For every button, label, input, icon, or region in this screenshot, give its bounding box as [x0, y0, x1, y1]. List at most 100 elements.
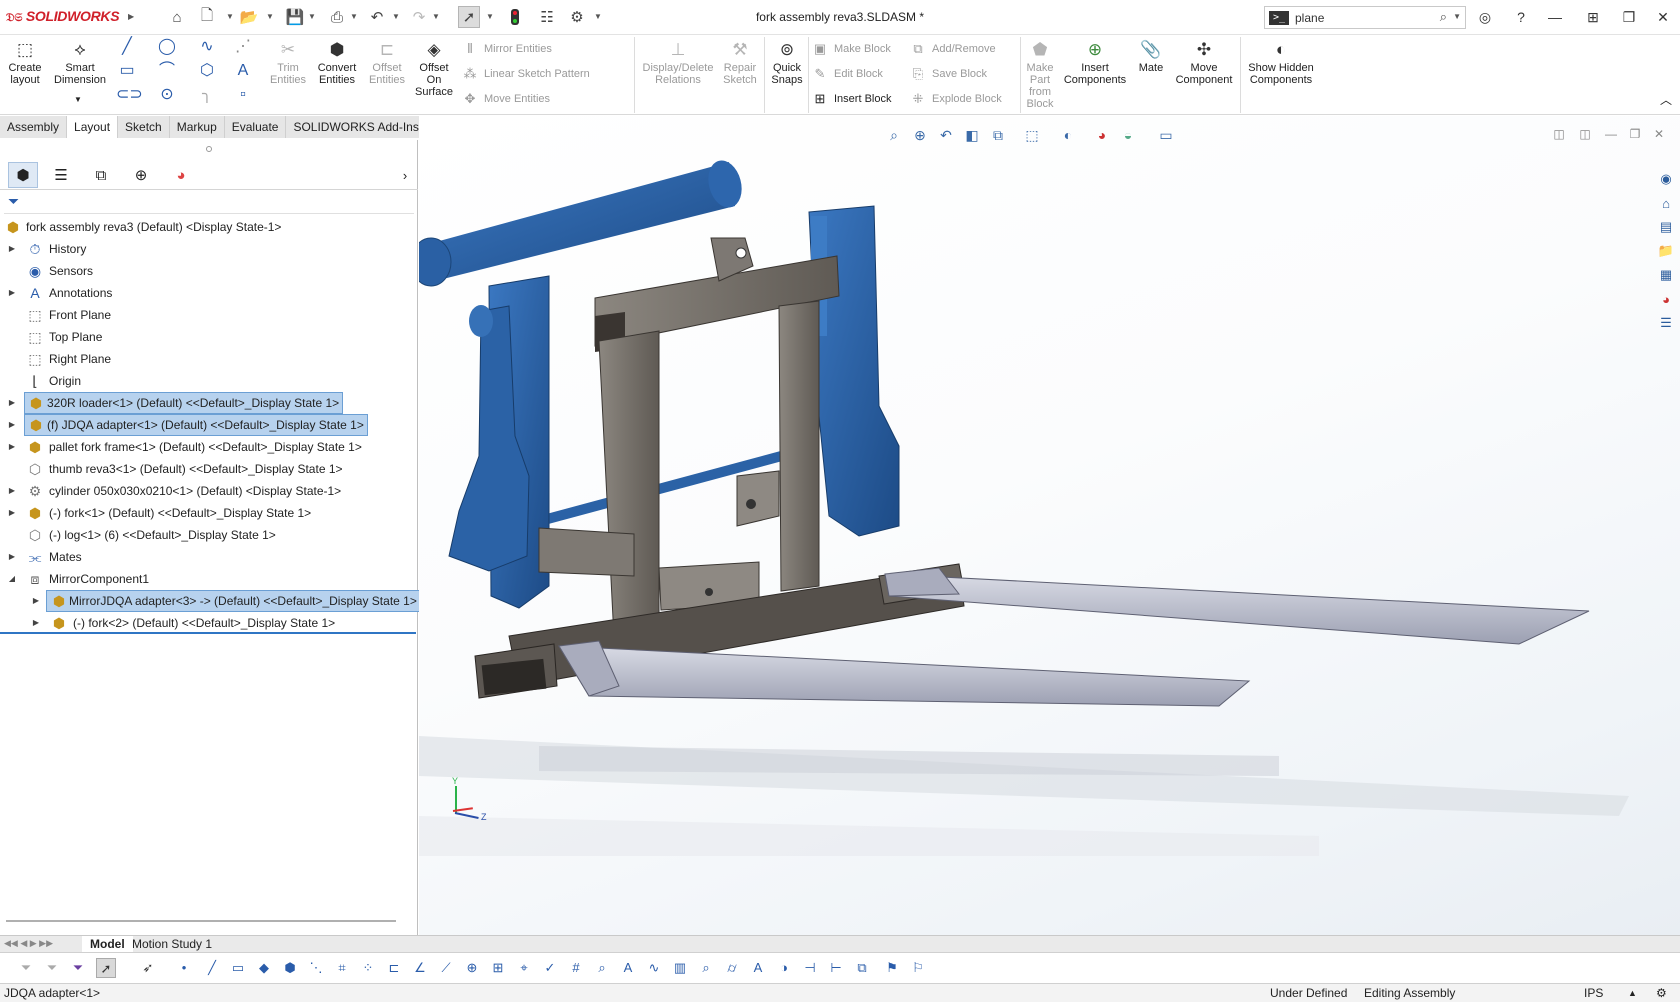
fork-left[interactable] — [558, 640, 1251, 707]
collapse-ribbon-icon[interactable]: ︿ — [1660, 91, 1672, 108]
search-input[interactable] — [1295, 10, 1435, 25]
tree-item-pallet-fork-frame[interactable]: ▶ ⬢ pallet fork frame<1> (Default) <<Defau… — [0, 436, 418, 458]
convert-entities-button[interactable]: ⬢ Convert Entities — [314, 40, 360, 86]
add-remove-button[interactable]: ⧉ Add/Remove — [910, 40, 995, 58]
tile-window-icon[interactable]: ⊞ — [1578, 6, 1608, 28]
smart-dimension-button[interactable]: ⟡ Smart Dimension — [52, 40, 108, 86]
filter-toolbar-icon[interactable]: ⏷ — [68, 958, 88, 978]
tree-item-annotations[interactable]: ▶ A Annotations — [0, 282, 418, 304]
point-icon[interactable]: ⁘ — [358, 958, 378, 978]
save-block-button[interactable]: ⎘ Save Block — [910, 65, 987, 83]
tree-item-top-plane[interactable]: ⬚ Top Plane — [0, 326, 418, 348]
tree-item-fork-2[interactable]: ▶ ⬢ (-) fork<2> (Default) <<Default>_Displ… — [0, 612, 418, 634]
chevron-down-icon[interactable]: ▼ — [486, 12, 494, 21]
rollback-bar[interactable] — [0, 632, 416, 634]
user-account-icon[interactable]: ◎ — [1470, 6, 1500, 28]
show-hidden-components-button[interactable]: ◐ Show Hidden Components — [1244, 40, 1318, 86]
expand-arrow-icon[interactable]: ▶ — [6, 502, 18, 524]
chevron-down-icon[interactable]: ▼ — [392, 12, 400, 21]
annotation-icon[interactable]: A — [748, 958, 768, 978]
slot-icon[interactable]: ⊂⊃ — [116, 85, 143, 105]
target-icon[interactable]: ⊕ — [462, 958, 482, 978]
select-cursor-icon[interactable]: ➚ — [458, 6, 480, 28]
chevron-down-icon[interactable]: ▼ — [594, 12, 602, 21]
create-layout-button[interactable]: ⬚ Create layout — [4, 40, 46, 86]
chevron-down-icon[interactable]: ▼ — [350, 12, 358, 21]
move-entities-button[interactable]: ✥ Move Entities — [462, 90, 550, 108]
face-icon[interactable]: ⬢ — [280, 958, 300, 978]
text-icon[interactable]: A — [618, 958, 638, 978]
quick-snaps-button[interactable]: ⊚ Quick Snaps — [768, 40, 806, 86]
expand-arrow-icon[interactable]: ▶ — [30, 612, 42, 634]
feature-manager-tab-icon[interactable]: ⬢ — [8, 162, 38, 188]
fork-assembly-model[interactable] — [419, 116, 1680, 935]
tab-layout[interactable]: Layout — [67, 116, 119, 138]
save-icon[interactable]: 💾 — [284, 6, 306, 28]
tree-item-jdqa-adapter[interactable]: ▶ (f) JDQA adapter<1> (Default) <<Default… — [0, 414, 418, 436]
trim-entities-button[interactable]: ✂ Trim Entities — [264, 40, 312, 86]
expand-arrow-icon[interactable]: ▶ — [6, 392, 18, 414]
filter-icon[interactable]: ⏷ — [42, 958, 62, 978]
circle-icon[interactable]: ◯ — [156, 37, 178, 57]
grid-icon[interactable]: ⊞ — [488, 958, 508, 978]
horizontal-scrollbar[interactable] — [6, 920, 396, 922]
tree-item-right-plane[interactable]: ⬚ Right Plane — [0, 348, 418, 370]
select-other-icon[interactable]: ➶ — [138, 958, 158, 978]
spline-icon[interactable]: ∿ — [196, 37, 218, 57]
magnifier-icon[interactable]: ⌕ — [1440, 9, 1447, 25]
expand-arrow-icon[interactable]: ▶ — [6, 436, 18, 458]
check-icon[interactable]: ✓ — [540, 958, 560, 978]
zoom-icon[interactable]: ⌕ — [592, 958, 612, 978]
align-icon[interactable]: ⊣ — [800, 958, 820, 978]
tree-root[interactable]: ⬢ fork assembly reva3 (Default) <Display … — [0, 216, 418, 238]
tree-item-mates[interactable]: ▶ ⫘ Mates — [0, 546, 418, 568]
tree-item-thumb-reva3[interactable]: ⬡ thumb reva3<1> (Default) <<Default>_Dis… — [0, 458, 418, 480]
close-window-button[interactable]: ✕ — [1648, 6, 1678, 28]
help-icon[interactable]: ? — [1506, 6, 1536, 28]
rectangle-icon[interactable]: ▭ — [116, 61, 138, 81]
solidworks-logo[interactable]: 𝔇𝔖 SOLIDWORKS — [6, 8, 120, 25]
display-manager-tab-icon[interactable]: ◕ — [166, 162, 196, 188]
redo-icon[interactable]: ↷ — [408, 6, 430, 28]
linear-sketch-pattern-button[interactable]: ⁂ Linear Sketch Pattern — [462, 65, 590, 83]
sphere-icon[interactable]: ◑ — [774, 958, 794, 978]
chevron-down-icon[interactable]: ▼ — [1453, 12, 1461, 21]
fillet-icon[interactable]: ╮ — [196, 85, 218, 105]
menu-expand-icon[interactable]: ▶ — [128, 12, 134, 21]
plane-icon[interactable]: ◆ — [254, 958, 274, 978]
log-part[interactable] — [419, 157, 747, 287]
undo-icon[interactable]: ↶ — [366, 6, 388, 28]
graphics-area[interactable]: ⌕ ⊕ ↶ ◧ ⧉ ⬚ ◐ ◕ ◒ ▭ ◫ ◫ — ❐ ✕ ◉ ⌂ ▤ 📁 ▦ … — [419, 116, 1680, 935]
line-icon[interactable]: ╱ — [116, 37, 138, 57]
spline-icon[interactable]: ∿ — [644, 958, 664, 978]
left-jdqa-adapter[interactable] — [448, 275, 550, 609]
tab-sketch[interactable]: Sketch — [118, 116, 170, 138]
polygon-icon[interactable]: ⬡ — [196, 61, 218, 81]
make-block-button[interactable]: ▣ Make Block — [812, 40, 891, 58]
mate-button[interactable]: 📎 Mate — [1134, 40, 1168, 74]
flag-icon[interactable]: ⚑ — [882, 958, 902, 978]
explode-block-button[interactable]: ⁜ Explode Block — [910, 90, 1002, 108]
filter-funnel-icon[interactable]: ⏷ — [8, 193, 19, 210]
tree-item-log[interactable]: ⬡ (-) log<1> (6) <<Default>_Display State… — [0, 524, 418, 546]
tree-item-mirror-component[interactable]: ◢ ⧈ MirrorComponent1 — [0, 568, 418, 590]
display-delete-relations-button[interactable]: ⊥ Display/Delete Relations — [638, 40, 718, 86]
tree-item-cylinder[interactable]: ▶ ⚙ cylinder 050x030x0210<1> (Default) <Di… — [0, 480, 418, 502]
expand-arrow-icon[interactable]: ▶ — [6, 414, 18, 436]
panel-pin-icon[interactable] — [206, 146, 212, 152]
measure-icon[interactable]: ⌖ — [514, 958, 534, 978]
mirror-entities-button[interactable]: ⫴ Mirror Entities — [462, 40, 552, 58]
arc-icon[interactable]: ⊏ — [384, 958, 404, 978]
repair-sketch-button[interactable]: ⚒ Repair Sketch — [720, 40, 760, 86]
rebuild-traffic-light-icon[interactable] — [504, 6, 526, 28]
tab-markup[interactable]: Markup — [169, 116, 225, 138]
options-gear-icon[interactable]: ⚙ — [566, 6, 588, 28]
move-component-button[interactable]: ✣ Move Component — [1172, 40, 1236, 86]
angle-icon[interactable]: ∠ — [410, 958, 430, 978]
rectangle-icon[interactable]: ▭ — [228, 958, 248, 978]
select-cursor-icon[interactable]: ➚ — [96, 958, 116, 978]
dimxpert-tab-icon[interactable]: ⊕ — [126, 162, 156, 188]
expand-arrow-icon[interactable]: ▶ — [30, 590, 42, 612]
tab-assembly[interactable]: Assembly — [0, 116, 68, 138]
tree-item-front-plane[interactable]: ⬚ Front Plane — [0, 304, 418, 326]
